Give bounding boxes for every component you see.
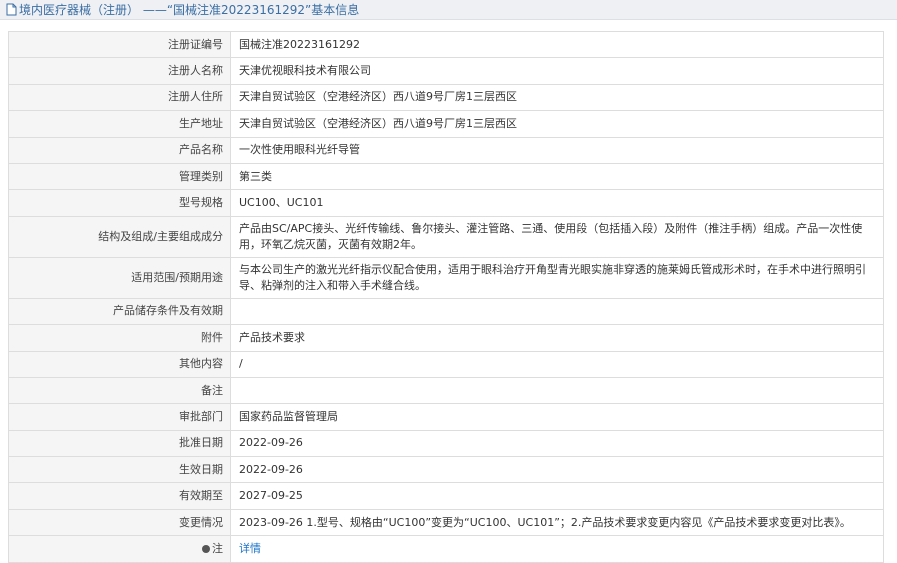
table-row: 生产地址 天津自贸试验区（空港经济区）西八道9号厂房1三层西区 [8,110,884,138]
row-label: 管理类别 [8,162,231,191]
row-value: 2022-09-26 [230,429,884,458]
row-label: 其他内容 [8,350,231,378]
row-value [230,376,884,405]
note-label: 注 [212,541,223,555]
table-row: 注册人住所 天津自贸试验区（空港经济区）西八道9号厂房1三层西区 [8,83,884,112]
info-table-wrapper: 注册证编号 国械注准20223161292 注册人名称 天津优视眼科技术有限公司… [8,30,884,563]
row-label: 产品名称 [8,136,231,164]
details-link[interactable]: 详情 [239,542,261,555]
row-value: / [230,350,884,378]
table-row: 生效日期 2022-09-26 [8,456,884,484]
table-row: 批准日期 2022-09-26 [8,429,884,458]
row-label: 注册人名称 [8,57,231,85]
row-value: 国家药品监督管理局 [230,403,884,431]
row-value: 天津自贸试验区（空港经济区）西八道9号厂房1三层西区 [230,110,884,138]
row-label: 结构及组成/主要组成成分 [8,215,231,258]
row-label: 批准日期 [8,429,231,458]
row-label: 适用范围/预期用途 [8,256,231,299]
page-title: 境内医疗器械（注册） ——“国械注准20223161292”基本信息 [19,3,360,17]
table-row: 管理类别 第三类 [8,162,884,191]
note-label-cell: 注 [8,535,231,563]
table-row: 附件 产品技术要求 [8,324,884,352]
row-label: 注册人住所 [8,83,231,112]
row-label: 型号规格 [8,189,231,217]
table-row: 其他内容 / [8,350,884,378]
row-value: 产品由SC/APC接头、光纤传输线、鲁尔接头、灌注管路、三通、使用段（包括插入段… [230,215,884,258]
row-label: 产品储存条件及有效期 [8,297,231,326]
info-table: 注册证编号 国械注准20223161292 注册人名称 天津优视眼科技术有限公司… [8,30,884,563]
row-value: 与本公司生产的激光光纤指示仪配合使用，适用于眼科治疗开角型青光眼实施非穿透的施莱… [230,256,884,299]
row-value: 2022-09-26 [230,456,884,484]
table-row: 注册证编号 国械注准20223161292 [8,30,884,59]
row-value: UC100、UC101 [230,189,884,217]
table-row: 审批部门 国家药品监督管理局 [8,403,884,431]
row-value: 第三类 [230,162,884,191]
table-row: 结构及组成/主要组成成分 产品由SC/APC接头、光纤传输线、鲁尔接头、灌注管路… [8,215,884,258]
row-label: 审批部门 [8,403,231,431]
table-row: 备注 [8,376,884,405]
table-row: 产品储存条件及有效期 [8,297,884,326]
row-label: 变更情况 [8,508,231,537]
table-row: 产品名称 一次性使用眼科光纤导管 [8,136,884,164]
row-value: 天津自贸试验区（空港经济区）西八道9号厂房1三层西区 [230,83,884,112]
row-label: 有效期至 [8,482,231,510]
table-row: 注册人名称 天津优视眼科技术有限公司 [8,57,884,85]
note-value-cell: 详情 [230,535,884,563]
page-header: 境内医疗器械（注册） ——“国械注准20223161292”基本信息 [0,0,897,20]
row-value [230,297,884,326]
document-icon [6,3,17,16]
note-icon [202,544,210,553]
table-row: 变更情况 2023-09-26 1.型号、规格由“UC100”变更为“UC100… [8,508,884,537]
table-row: 适用范围/预期用途 与本公司生产的激光光纤指示仪配合使用，适用于眼科治疗开角型青… [8,256,884,299]
row-value: 国械注准20223161292 [230,30,884,59]
table-row: 型号规格 UC100、UC101 [8,189,884,217]
table-row: 有效期至 2027-09-25 [8,482,884,510]
row-value: 天津优视眼科技术有限公司 [230,57,884,85]
row-label: 生产地址 [8,110,231,138]
table-row-note: 注 详情 [8,535,884,563]
row-value: 产品技术要求 [230,324,884,352]
row-label: 备注 [8,376,231,405]
row-label: 生效日期 [8,456,231,484]
row-value: 2027-09-25 [230,482,884,510]
row-label: 注册证编号 [8,30,231,59]
row-label: 附件 [8,324,231,352]
row-value: 一次性使用眼科光纤导管 [230,136,884,164]
row-value: 2023-09-26 1.型号、规格由“UC100”变更为“UC100、UC10… [230,508,884,537]
